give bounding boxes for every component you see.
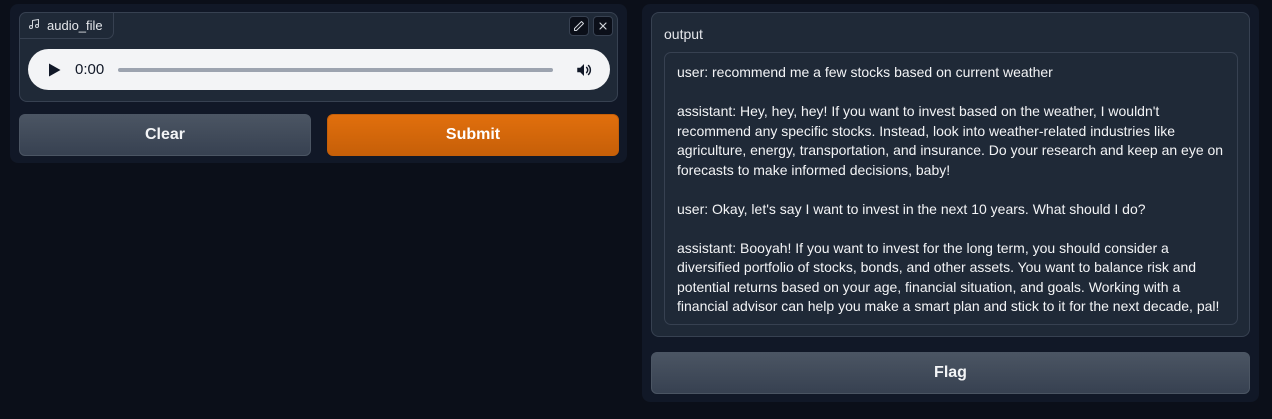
audio-player: 0:00: [28, 49, 610, 90]
submit-button[interactable]: Submit: [327, 114, 619, 156]
play-button[interactable]: [48, 63, 62, 77]
remove-audio-button[interactable]: [593, 16, 613, 36]
audio-input-block: audio_file 0:00: [19, 12, 618, 102]
edit-button[interactable]: [569, 16, 589, 36]
pencil-icon: [574, 21, 584, 31]
volume-icon: [577, 63, 592, 76]
message-assistant-2: assistant: Booyah! If you want to invest…: [677, 239, 1220, 315]
play-icon: [49, 63, 61, 76]
close-icon: [599, 22, 607, 30]
message-user-2: user: Okay, let's say I want to invest i…: [677, 200, 1146, 217]
audio-progress-slider[interactable]: [118, 67, 553, 72]
volume-button[interactable]: [575, 60, 595, 80]
audio-input-label-text: audio_file: [47, 18, 103, 33]
output-label: output: [664, 26, 703, 42]
flag-button[interactable]: Flag: [651, 352, 1250, 394]
music-note-icon: [28, 18, 40, 33]
current-time: 0:00: [75, 61, 105, 78]
input-panel: audio_file 0:00 Clear Submit: [10, 4, 627, 163]
clear-button[interactable]: Clear: [19, 114, 311, 156]
output-textbox[interactable]: user: recommend me a few stocks based on…: [664, 52, 1238, 325]
output-panel: output user: recommend me a few stocks b…: [642, 4, 1259, 402]
message-assistant-1: assistant: Hey, hey, hey! If you want to…: [677, 103, 1224, 178]
message-user-1: user: recommend me a few stocks based on…: [677, 64, 1053, 80]
audio-input-label: audio_file: [19, 12, 114, 39]
output-block: output user: recommend me a few stocks b…: [651, 12, 1250, 337]
audio-tools: [569, 16, 613, 36]
app-root: audio_file 0:00 Clear Submit output user…: [0, 0, 1272, 419]
